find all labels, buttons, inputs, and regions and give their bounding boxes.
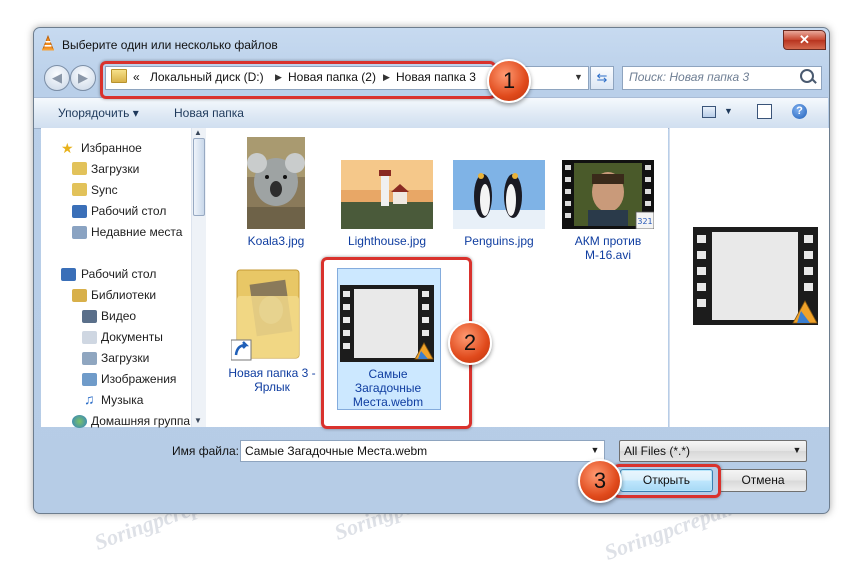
scroll-up-icon[interactable]: ▲ bbox=[191, 128, 205, 137]
change-view-icon[interactable] bbox=[702, 106, 716, 118]
help-icon[interactable]: ? bbox=[792, 104, 807, 119]
step-badge-3: 3 bbox=[578, 459, 622, 503]
homegroup-icon bbox=[72, 415, 87, 428]
window-title: Выберите один или несколько файлов bbox=[62, 38, 278, 52]
forward-button[interactable]: ▶ bbox=[70, 65, 96, 91]
nav-desktop-fav[interactable]: Рабочий стол bbox=[91, 204, 166, 218]
nav-sync[interactable]: Sync bbox=[91, 183, 118, 197]
file-type-dropdown-icon[interactable]: ▼ bbox=[790, 440, 804, 460]
folder-shortcut-icon[interactable] bbox=[231, 266, 306, 366]
pictures-library-icon bbox=[82, 373, 97, 386]
recent-places-icon bbox=[72, 226, 87, 239]
libraries-icon bbox=[72, 289, 87, 302]
desktop-icon bbox=[72, 205, 87, 218]
file-thumbnail-lighthouse[interactable] bbox=[341, 160, 433, 229]
nav-downloads[interactable]: Загрузки bbox=[91, 162, 139, 176]
star-icon: ★ bbox=[61, 140, 74, 156]
nav-music[interactable]: Музыка bbox=[101, 393, 143, 407]
step-badge-1: 1 bbox=[487, 59, 531, 103]
cancel-button[interactable]: Отмена bbox=[719, 469, 807, 492]
annotation-box-open-button bbox=[613, 464, 721, 498]
nav-desktop[interactable]: Рабочий стол bbox=[81, 267, 156, 281]
refresh-icon: ⇆ bbox=[596, 70, 608, 85]
downloads-folder-icon bbox=[72, 162, 87, 175]
filename-value[interactable]: Самые Загадочные Места.webm bbox=[245, 444, 427, 458]
file-type-value[interactable]: All Files (*.*) bbox=[624, 444, 690, 458]
view-dropdown-icon[interactable]: ▼ bbox=[724, 106, 733, 116]
file-thumbnail-penguins[interactable] bbox=[453, 160, 545, 229]
nav-homegroup[interactable]: Домашняя группа bbox=[91, 414, 190, 428]
file-name[interactable]: АКМ против М-16.avi bbox=[556, 234, 660, 262]
vlc-icon bbox=[42, 35, 54, 51]
file-name[interactable]: Penguins.jpg bbox=[443, 234, 555, 248]
file-thumbnail-video-akm[interactable]: 321 bbox=[562, 160, 654, 229]
annotation-box-address bbox=[100, 61, 496, 99]
nav-recent[interactable]: Недавние места bbox=[91, 225, 182, 239]
video-library-icon bbox=[82, 310, 97, 323]
preview-video-thumbnail bbox=[693, 227, 818, 325]
sync-folder-icon bbox=[72, 183, 87, 196]
new-folder-button[interactable]: Новая папка bbox=[174, 106, 244, 120]
arrow-right-icon: ▶ bbox=[78, 70, 88, 85]
address-dropdown-icon[interactable]: ▼ bbox=[570, 66, 587, 88]
scroll-down-icon[interactable]: ▼ bbox=[191, 416, 205, 425]
svg-text:321: 321 bbox=[637, 217, 652, 226]
nav-pictures[interactable]: Изображения bbox=[101, 372, 176, 386]
desktop-icon bbox=[61, 268, 76, 281]
filename-dropdown-icon[interactable]: ▼ bbox=[588, 440, 602, 460]
arrow-left-icon: ◀ bbox=[52, 70, 62, 85]
search-placeholder: Поиск: Новая папка 3 bbox=[629, 70, 750, 84]
preview-pane-icon[interactable] bbox=[757, 104, 772, 119]
nav-documents[interactable]: Документы bbox=[101, 330, 163, 344]
refresh-button[interactable]: ⇆ bbox=[590, 66, 614, 90]
file-name[interactable]: Новая папка 3 - Ярлык bbox=[224, 366, 320, 394]
music-icon: ♫ bbox=[84, 391, 95, 407]
downloads-library-icon bbox=[82, 352, 97, 365]
documents-library-icon bbox=[82, 331, 97, 344]
nav-video[interactable]: Видео bbox=[101, 309, 136, 323]
organize-button[interactable]: Упорядочить ▾ bbox=[58, 106, 139, 120]
back-button[interactable]: ◀ bbox=[44, 65, 70, 91]
file-thumbnail-koala[interactable] bbox=[247, 137, 305, 229]
filename-label: Имя файла: bbox=[172, 444, 239, 458]
file-name[interactable]: Koala3.jpg bbox=[225, 234, 327, 248]
nav-downloads-lib[interactable]: Загрузки bbox=[101, 351, 149, 365]
close-button[interactable]: ✕ bbox=[783, 30, 826, 50]
step-badge-2: 2 bbox=[448, 321, 492, 365]
nav-libraries[interactable]: Библиотеки bbox=[91, 288, 156, 302]
nav-favorites[interactable]: Избранное bbox=[81, 141, 142, 155]
scroll-thumb[interactable] bbox=[193, 138, 205, 216]
file-name[interactable]: Lighthouse.jpg bbox=[330, 234, 444, 248]
